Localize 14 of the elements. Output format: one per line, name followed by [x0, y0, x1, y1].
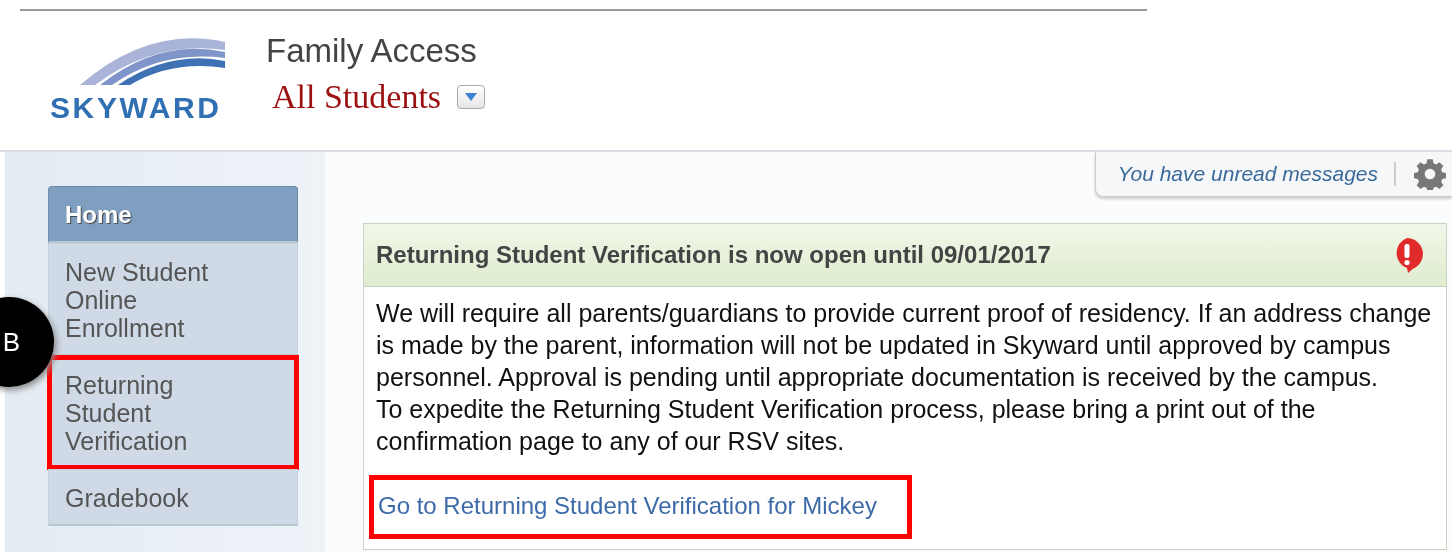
unread-messages-link[interactable]: You have unread messages — [1117, 162, 1396, 186]
notice-paragraph: We will require all parents/guardians to provide current proof of residency. If an address change is made by the parent, information will not be updated in Skyward until approved by campus personnel. Approval is pending until appropriate documentation is received by the campus. — [376, 298, 1433, 393]
notice-title: Returning Student Verification is now open until 09/01/2017 — [376, 241, 1051, 269]
app-title: Family Access — [266, 32, 478, 70]
sidebar-item[interactable]: Home — [48, 186, 298, 243]
student-selector-value[interactable]: All Students — [272, 78, 442, 116]
notice-paragraph: To expedite the Returning Student Verification process, please bring a print out of the confirmation page to any of our RSV sites. — [376, 394, 1317, 457]
sidebar-item[interactable]: Returning Student Verification — [48, 356, 298, 469]
caret-icon — [465, 93, 478, 101]
dropdown-button[interactable] — [457, 85, 486, 109]
logo: SKYWARD — [50, 30, 240, 120]
sidebar-item[interactable]: Gradebook — [48, 469, 298, 526]
verification-link[interactable]: Go to Returning Student Verification for Mickey — [369, 475, 912, 539]
sidebar-item[interactable]: New Student Online Enrollment — [48, 243, 298, 356]
